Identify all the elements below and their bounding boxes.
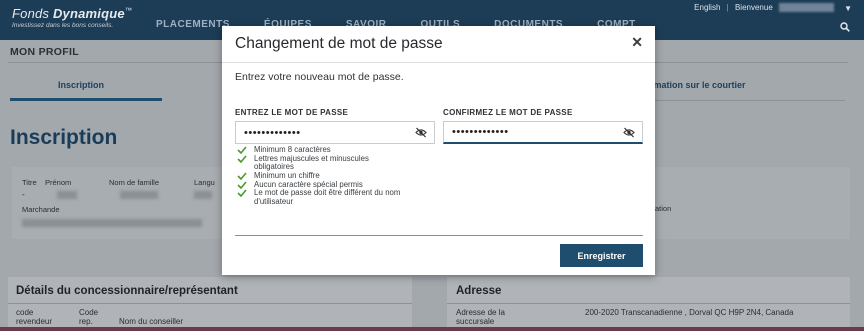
active-tab-indicator	[10, 98, 162, 101]
divider	[8, 303, 412, 304]
column-header: Code rep.	[79, 308, 99, 326]
label-langue: Langu	[194, 178, 215, 187]
welcome-text: Bienvenue	[734, 3, 773, 12]
rule-text: Minimum 8 caractères	[254, 145, 331, 154]
dealer-details-section: Détails du concessionnaire/représentant …	[8, 277, 412, 331]
section-title: Détails du concessionnaire/représentant	[16, 285, 238, 297]
page-title: MON PROFIL	[10, 46, 79, 58]
eye-slash-icon[interactable]	[623, 127, 635, 138]
brand-tagline: Investissez dans les bons conseils.	[12, 22, 114, 29]
search-icon[interactable]	[840, 22, 850, 32]
column-header: code revendeur	[16, 308, 53, 326]
nav-item-placements[interactable]: PLACEMENTS	[156, 19, 230, 30]
eye-slash-icon[interactable]	[415, 127, 427, 138]
username-redacted[interactable]	[779, 3, 834, 13]
rule-text: Minimum un chiffre	[254, 170, 320, 180]
redacted-value	[194, 191, 212, 199]
tab-courtier[interactable]: rmation sur le courtier	[650, 80, 746, 90]
redacted-value	[22, 219, 202, 227]
redacted-value	[120, 191, 158, 199]
address-section: Adresse Adresse de la succursale 200-202…	[447, 277, 850, 331]
check-icon	[237, 181, 247, 189]
address-label: Adresse de la succursale	[456, 308, 505, 326]
close-icon[interactable]: ✕	[631, 34, 643, 51]
check-icon	[237, 146, 247, 154]
footer-strip	[0, 327, 864, 331]
label-information: ation	[655, 204, 672, 213]
dialog-title: Changement de mot de passe	[235, 35, 443, 52]
divider	[235, 235, 643, 236]
confirm-password-label: CONFIRMEZ LE MOT DE PASSE	[443, 108, 573, 117]
check-icon	[237, 189, 247, 198]
check-icon	[237, 155, 247, 163]
titre-value: -	[22, 190, 25, 199]
change-password-dialog: Changement de mot de passe ✕ Entrez votr…	[222, 26, 655, 275]
section-heading: Inscription	[10, 126, 118, 149]
tab-inscription[interactable]: Inscription	[58, 80, 104, 90]
section-title: Adresse	[456, 285, 502, 297]
label-nom: Nom de famille	[109, 178, 160, 187]
brand-prefix: Fonds	[12, 6, 50, 21]
label-titre: Titre	[22, 178, 37, 187]
divider	[447, 303, 850, 304]
rule-text: Lettres majuscules et minuscules obligat…	[254, 153, 369, 171]
language-link[interactable]: English	[694, 3, 720, 12]
password-rules-list: Minimum 8 caractères Lettres majuscules …	[235, 145, 435, 206]
label-prenom: Prénom	[45, 178, 72, 187]
list-item: Le mot de passe doit être différent du n…	[235, 189, 435, 205]
top-links: English | Bienvenue	[694, 3, 834, 13]
divider	[655, 100, 845, 101]
rule-text: Le mot de passe doit être différent du n…	[254, 188, 401, 206]
confirm-password-input[interactable]	[443, 121, 643, 144]
redacted-value	[57, 191, 77, 199]
rule-text: Aucun caractère spécial permis	[254, 179, 363, 189]
chevron-down-icon[interactable]: ▼	[844, 4, 852, 13]
list-item: Lettres majuscules et minuscules obligat…	[235, 153, 410, 171]
column-header: Nom du conseiller	[119, 317, 184, 326]
label-marchande: Marchande	[22, 205, 60, 214]
dialog-instructions: Entrez votre nouveau mot de passe.	[235, 71, 404, 83]
brand-mark: ™	[124, 7, 133, 15]
new-password-input[interactable]	[235, 121, 435, 144]
check-icon	[237, 172, 247, 180]
address-value: 200-2020 Transcanadienne , Dorval QC H9P…	[585, 308, 794, 317]
save-button[interactable]: Enregistrer	[560, 244, 643, 267]
brand-name: Dynamique	[52, 6, 125, 21]
divider	[222, 62, 655, 63]
new-password-label: ENTREZ LE MOT DE PASSE	[235, 108, 349, 117]
brand-logo[interactable]: Fonds Dynamique™ Investissez dans les bo…	[12, 6, 132, 29]
